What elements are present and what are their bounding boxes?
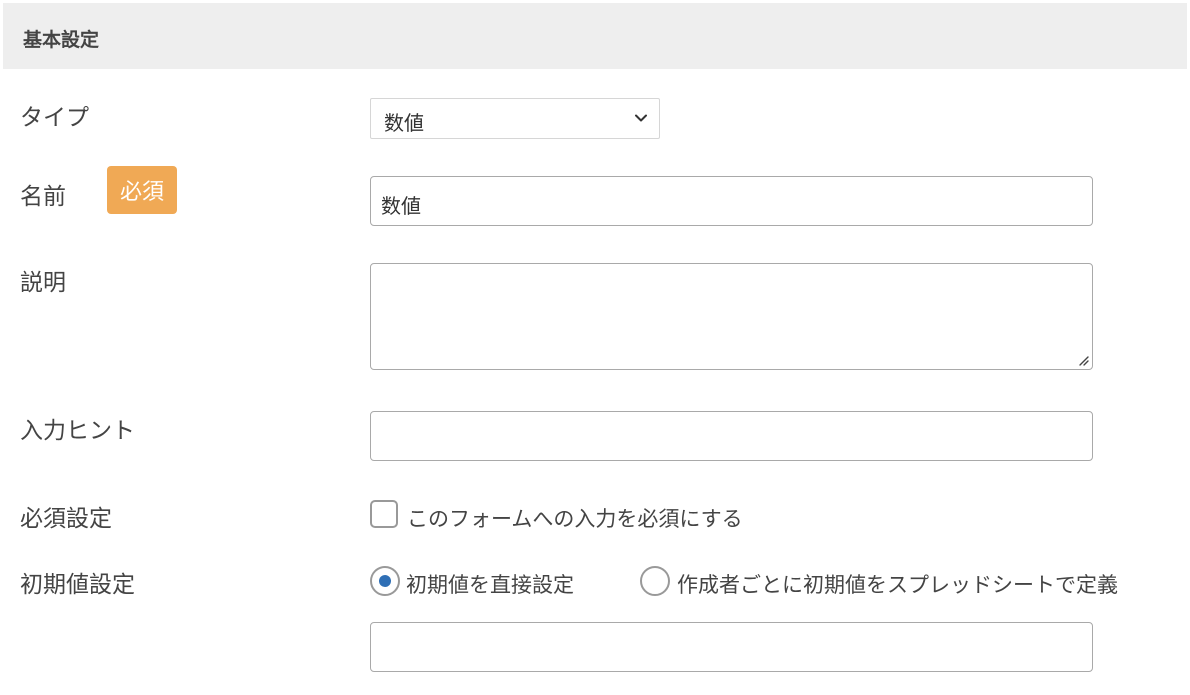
- name-input[interactable]: 数値: [370, 176, 1093, 226]
- radio-direct-default[interactable]: [370, 566, 400, 596]
- description-textarea[interactable]: [370, 263, 1093, 370]
- description-label: 説明: [20, 270, 66, 296]
- default-value-input[interactable]: [370, 622, 1093, 672]
- type-select[interactable]: 数値: [370, 98, 660, 139]
- required-checkbox[interactable]: [370, 500, 398, 528]
- required-badge: 必須: [107, 166, 177, 214]
- resize-handle-icon[interactable]: [1077, 354, 1089, 366]
- default-setting-label: 初期値設定: [20, 572, 135, 598]
- name-input-value: 数値: [381, 194, 421, 218]
- radio-spreadsheet-default-label[interactable]: 作成者ごとに初期値をスプレッドシートで定義: [677, 569, 1118, 599]
- required-checkbox-label[interactable]: このフォームへの入力を必須にする: [407, 503, 743, 533]
- section-title: 基本設定: [23, 29, 100, 51]
- radio-spreadsheet-default[interactable]: [640, 566, 670, 596]
- type-label: タイプ: [20, 105, 89, 131]
- radio-direct-default-label[interactable]: 初期値を直接設定: [406, 569, 574, 599]
- name-label: 名前: [20, 184, 66, 210]
- type-select-value: 数値: [384, 111, 424, 135]
- required-setting-label: 必須設定: [20, 506, 112, 532]
- chevron-down-icon: [635, 114, 647, 122]
- section-header: 基本設定: [3, 3, 1187, 69]
- hint-label: 入力ヒント: [20, 418, 135, 444]
- hint-input[interactable]: [370, 411, 1093, 461]
